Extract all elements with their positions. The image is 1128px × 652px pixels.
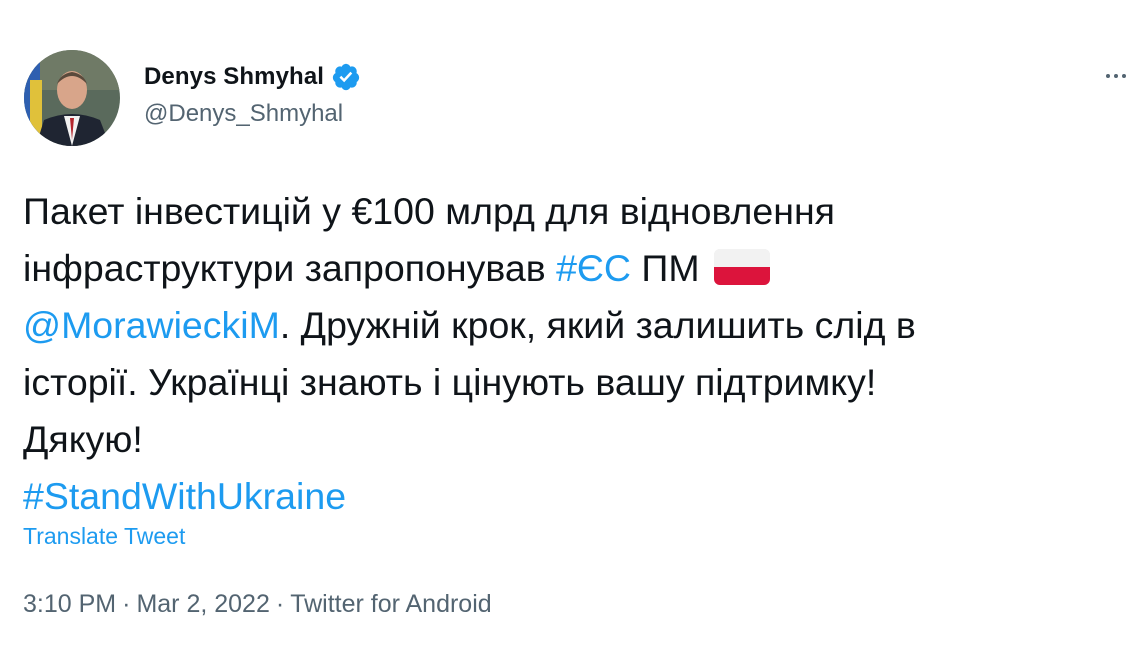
tweet-text-segment: . Дружній крок, який залишить слід в (279, 304, 916, 346)
tweet-line-3: @MorawieckiM. Дружній крок, який залишит… (23, 297, 1127, 354)
hashtag-link-standwithukraine[interactable]: #StandWithUkraine (23, 475, 346, 517)
tweet-date[interactable]: Mar 2, 2022 (136, 590, 269, 618)
avatar-image (24, 50, 120, 146)
tweet-text-segment: Дякую! (23, 418, 143, 460)
more-options-icon[interactable] (1104, 60, 1128, 90)
meta-separator: · (122, 590, 131, 618)
author-avatar[interactable] (24, 50, 120, 146)
tweet-text-segment: ПМ (630, 247, 710, 289)
tweet-text: Пакет інвестицій у €100 млрд для відновл… (23, 183, 1127, 525)
verified-badge-icon (331, 62, 361, 92)
tweet-time[interactable]: 3:10 PM (23, 590, 116, 618)
tweet-text-segment: історії. Українці знають і цінують вашу … (23, 361, 877, 403)
meta-separator: · (275, 590, 285, 618)
tweet-line-4: історії. Українці знають і цінують вашу … (23, 354, 1127, 411)
mention-link[interactable]: @MorawieckiM (23, 304, 280, 346)
tweet-line-1: Пакет інвестицій у €100 млрд для відновл… (23, 183, 1127, 240)
tweet-line-6: #StandWithUkraine (23, 468, 1127, 525)
tweet-text-segment: Пакет інвестицій у €100 млрд для відновл… (23, 190, 835, 232)
author-handle[interactable]: @Denys_Shmyhal (144, 100, 343, 128)
author-name[interactable]: Denys Shmyhal (144, 63, 324, 91)
hashtag-link-eu[interactable]: #ЄС (556, 247, 631, 289)
tweet-line-2: інфраструктури запропонував #ЄС ПМ (23, 240, 1127, 297)
tweet-card: Denys Shmyhal @Denys_Shmyhal Пакет інвес… (0, 0, 1128, 652)
poland-flag-icon (714, 249, 770, 285)
tweet-line-5: Дякую! (23, 411, 1127, 468)
tweet-source[interactable]: Twitter for Android (290, 590, 491, 618)
translate-tweet-link[interactable]: Translate Tweet (23, 523, 185, 550)
tweet-metadata: 3:10 PM · Mar 2, 2022 · Twitter for Android (23, 590, 492, 619)
tweet-text-segment: інфраструктури запропонував (23, 247, 557, 289)
author-name-row: Denys Shmyhal (144, 62, 361, 92)
